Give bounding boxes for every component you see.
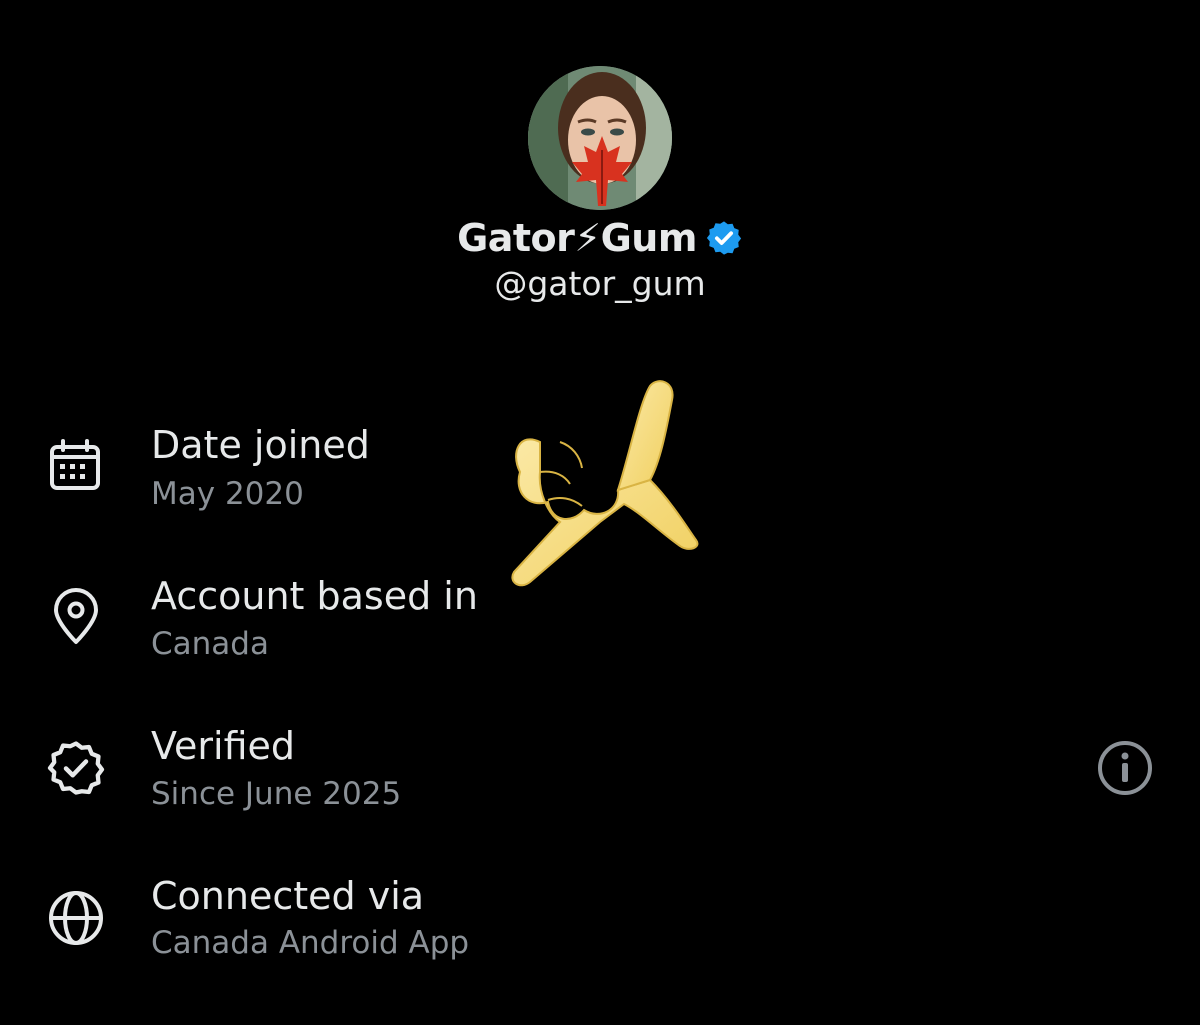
detail-row-connected-via: Connected via Canada Android App [0,872,1200,972]
profile-name-row: Gator⚡Gum [0,212,1200,264]
account-based-in-label: Account based in [151,574,478,618]
verified-badge-icon [47,741,105,795]
date-joined-label: Date joined [151,423,370,467]
location-pin-icon [54,588,98,644]
connected-via-label: Connected via [151,874,425,918]
connected-via-value: Canada Android App [151,925,470,961]
account-based-in-value: Canada [151,626,269,662]
info-icon[interactable] [1095,738,1155,798]
display-name: Gator⚡Gum [457,216,697,260]
pointing-hand-emoji [511,380,699,587]
date-joined-value: May 2020 [151,476,304,512]
calendar-icon [50,439,100,490]
verified-value: Since June 2025 [151,776,402,812]
detail-row-verified: Verified Since June 2025 [0,722,1200,822]
verified-label: Verified [151,724,296,768]
globe-icon [49,891,103,945]
verified-checkmark-icon[interactable] [705,219,743,257]
avatar-image [528,66,672,210]
profile-handle: @gator_gum [494,264,706,303]
profile-avatar[interactable] [528,66,672,210]
